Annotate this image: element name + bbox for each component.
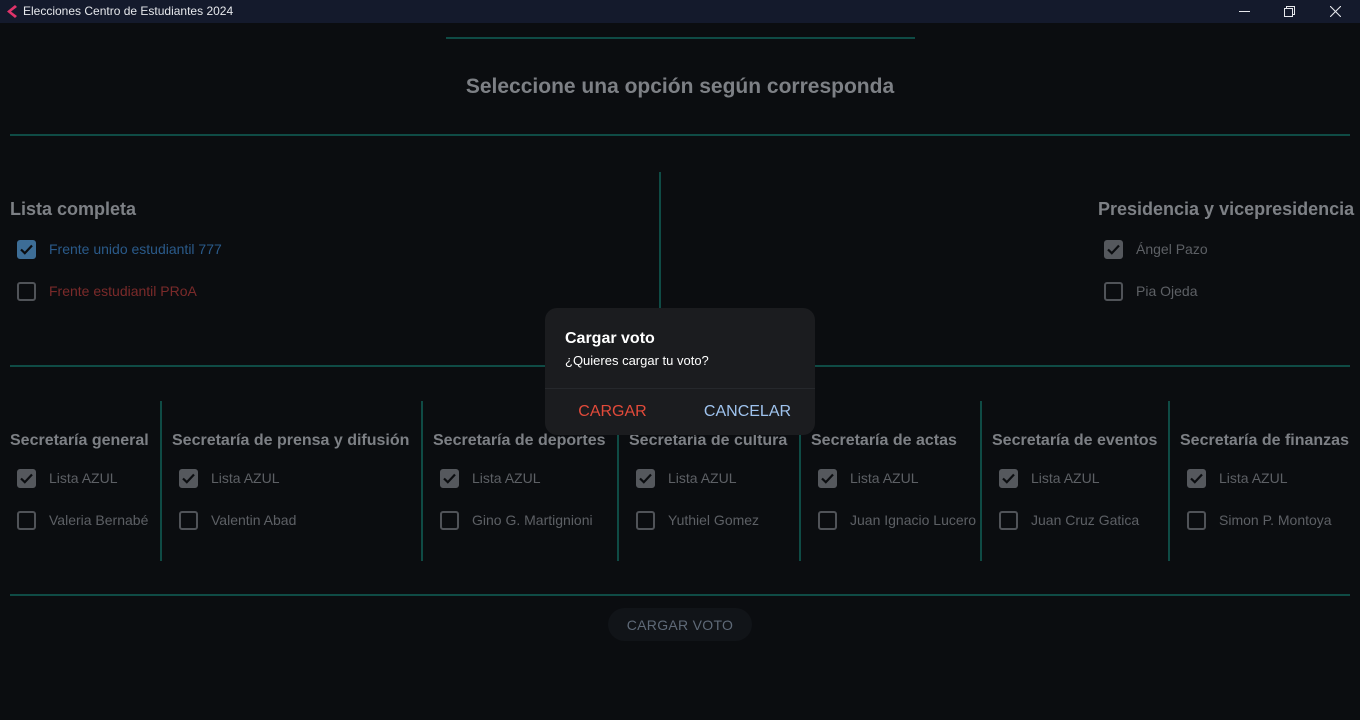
secretaria-deportes-option-2[interactable]: Gino G. Martignioni	[440, 510, 593, 530]
check-icon	[20, 244, 33, 255]
checkbox[interactable]	[1104, 239, 1123, 259]
option-label: Lista AZUL	[668, 470, 737, 486]
secretaria-finanzas-option-2[interactable]: Simon P. Montoya	[1187, 510, 1332, 530]
minimize-button[interactable]	[1221, 0, 1267, 23]
column-divider	[980, 401, 982, 561]
presidencia-title: Presidencia y vicepresidencia	[1098, 199, 1355, 219]
check-icon	[821, 473, 834, 484]
lista-completa-title: Lista completa	[10, 199, 137, 219]
option-label: Juan Cruz Gatica	[1031, 512, 1140, 528]
secretaria-actas-option-1[interactable]: Lista AZUL	[818, 468, 918, 488]
check-icon	[443, 473, 456, 484]
dialog-message: ¿Quieres cargar tu voto?	[565, 353, 709, 368]
check-icon	[1190, 473, 1203, 484]
checkbox[interactable]	[440, 468, 459, 488]
option-label: Lista AZUL	[49, 470, 118, 486]
option-label: Ángel Pazo	[1136, 241, 1208, 257]
maximize-button[interactable]	[1266, 0, 1312, 23]
close-icon	[1329, 6, 1341, 17]
column-divider	[421, 401, 423, 561]
checkbox[interactable]	[1187, 468, 1206, 488]
secretaria-general-option-2[interactable]: Valeria Bernabé	[17, 510, 148, 530]
option-label: Lista AZUL	[211, 470, 280, 486]
checkbox[interactable]	[179, 510, 198, 530]
checkbox[interactable]	[17, 468, 36, 488]
dialog-confirm-button[interactable]: CARGAR	[545, 389, 680, 435]
bottom-divider	[10, 594, 1350, 596]
checkbox[interactable]	[179, 468, 198, 488]
dialog-cancel-button[interactable]: CANCELAR	[680, 389, 815, 435]
presidencia-option-1[interactable]: Ángel Pazo	[1104, 239, 1208, 259]
lista-option-2[interactable]: Frente estudiantil PRoA	[17, 281, 197, 301]
secretaria-general-title: Secretaría general	[10, 432, 149, 449]
option-label: Valentin Abad	[211, 512, 297, 528]
option-label: Pia Ojeda	[1136, 283, 1198, 299]
column-divider	[1168, 401, 1170, 561]
option-label: Simon P. Montoya	[1219, 512, 1332, 528]
checkbox[interactable]	[636, 468, 655, 488]
page-title: Seleccione una opción según corresponda	[465, 75, 895, 98]
secretaria-actas-title: Secretaría de actas	[811, 432, 957, 449]
header-divider	[10, 134, 1350, 136]
checkbox[interactable]	[636, 510, 655, 530]
title-bar: Elecciones Centro de Estudiantes 2024	[0, 0, 1360, 23]
option-label: Frente unido estudiantil 777	[49, 241, 222, 257]
secretaria-prensa-option-2[interactable]: Valentin Abad	[179, 510, 296, 530]
presidencia-option-2[interactable]: Pia Ojeda	[1104, 281, 1197, 301]
option-label: Yuthiel Gomez	[668, 512, 760, 528]
option-label: Lista AZUL	[472, 470, 541, 486]
checkbox[interactable]	[999, 468, 1018, 488]
top-divider	[446, 37, 915, 39]
checkbox[interactable]	[440, 510, 459, 530]
secretaria-eventos-title: Secretaría de eventos	[992, 432, 1158, 449]
check-icon	[1002, 473, 1015, 484]
secretaria-prensa-title: Secretaría de prensa y difusión	[172, 432, 410, 449]
option-label: Lista AZUL	[1031, 470, 1100, 486]
option-label: Valeria Bernabé	[49, 512, 149, 528]
checkbox[interactable]	[999, 510, 1018, 530]
maximize-icon	[1283, 6, 1295, 17]
secretaria-deportes-option-1[interactable]: Lista AZUL	[440, 468, 540, 488]
checkbox[interactable]	[1104, 281, 1123, 301]
option-label: Gino G. Martignioni	[472, 512, 593, 528]
secretaria-general-option-1[interactable]: Lista AZUL	[17, 468, 117, 488]
check-icon	[1107, 244, 1120, 255]
secretaria-finanzas-title: Secretaría de finanzas	[1180, 432, 1349, 449]
column-divider	[160, 401, 162, 561]
window-title: Elecciones Centro de Estudiantes 2024	[23, 4, 234, 18]
close-button[interactable]	[1312, 0, 1358, 23]
secretaria-actas-option-2[interactable]: Juan Ignacio Lucero	[818, 510, 976, 530]
secretaria-cultura-option-2[interactable]: Yuthiel Gomez	[636, 510, 759, 530]
secretaria-eventos-option-2[interactable]: Juan Cruz Gatica	[999, 510, 1139, 530]
minimize-icon	[1238, 11, 1250, 12]
lista-option-1[interactable]: Frente unido estudiantil 777	[17, 239, 222, 259]
dialog-title: Cargar voto	[565, 330, 655, 347]
check-icon	[639, 473, 652, 484]
load-vote-button[interactable]: CARGAR VOTO	[608, 608, 752, 641]
option-label: Frente estudiantil PRoA	[49, 283, 197, 299]
secretaria-prensa-option-1[interactable]: Lista AZUL	[179, 468, 279, 488]
checkbox[interactable]	[1187, 510, 1206, 530]
checkbox[interactable]	[818, 468, 837, 488]
app-logo-icon	[7, 5, 17, 18]
option-label: Juan Ignacio Lucero	[850, 512, 977, 528]
option-label: Lista AZUL	[850, 470, 919, 486]
secretaria-cultura-option-1[interactable]: Lista AZUL	[636, 468, 736, 488]
checkbox[interactable]	[818, 510, 837, 530]
checkbox[interactable]	[17, 239, 36, 259]
option-label: Lista AZUL	[1219, 470, 1288, 486]
confirm-dialog: Cargar voto ¿Quieres cargar tu voto? CAR…	[545, 308, 815, 435]
checkbox[interactable]	[17, 281, 36, 301]
secretaria-eventos-option-1[interactable]: Lista AZUL	[999, 468, 1099, 488]
secretaria-finanzas-option-1[interactable]: Lista AZUL	[1187, 468, 1287, 488]
check-icon	[182, 473, 195, 484]
checkbox[interactable]	[17, 510, 36, 530]
check-icon	[20, 473, 33, 484]
